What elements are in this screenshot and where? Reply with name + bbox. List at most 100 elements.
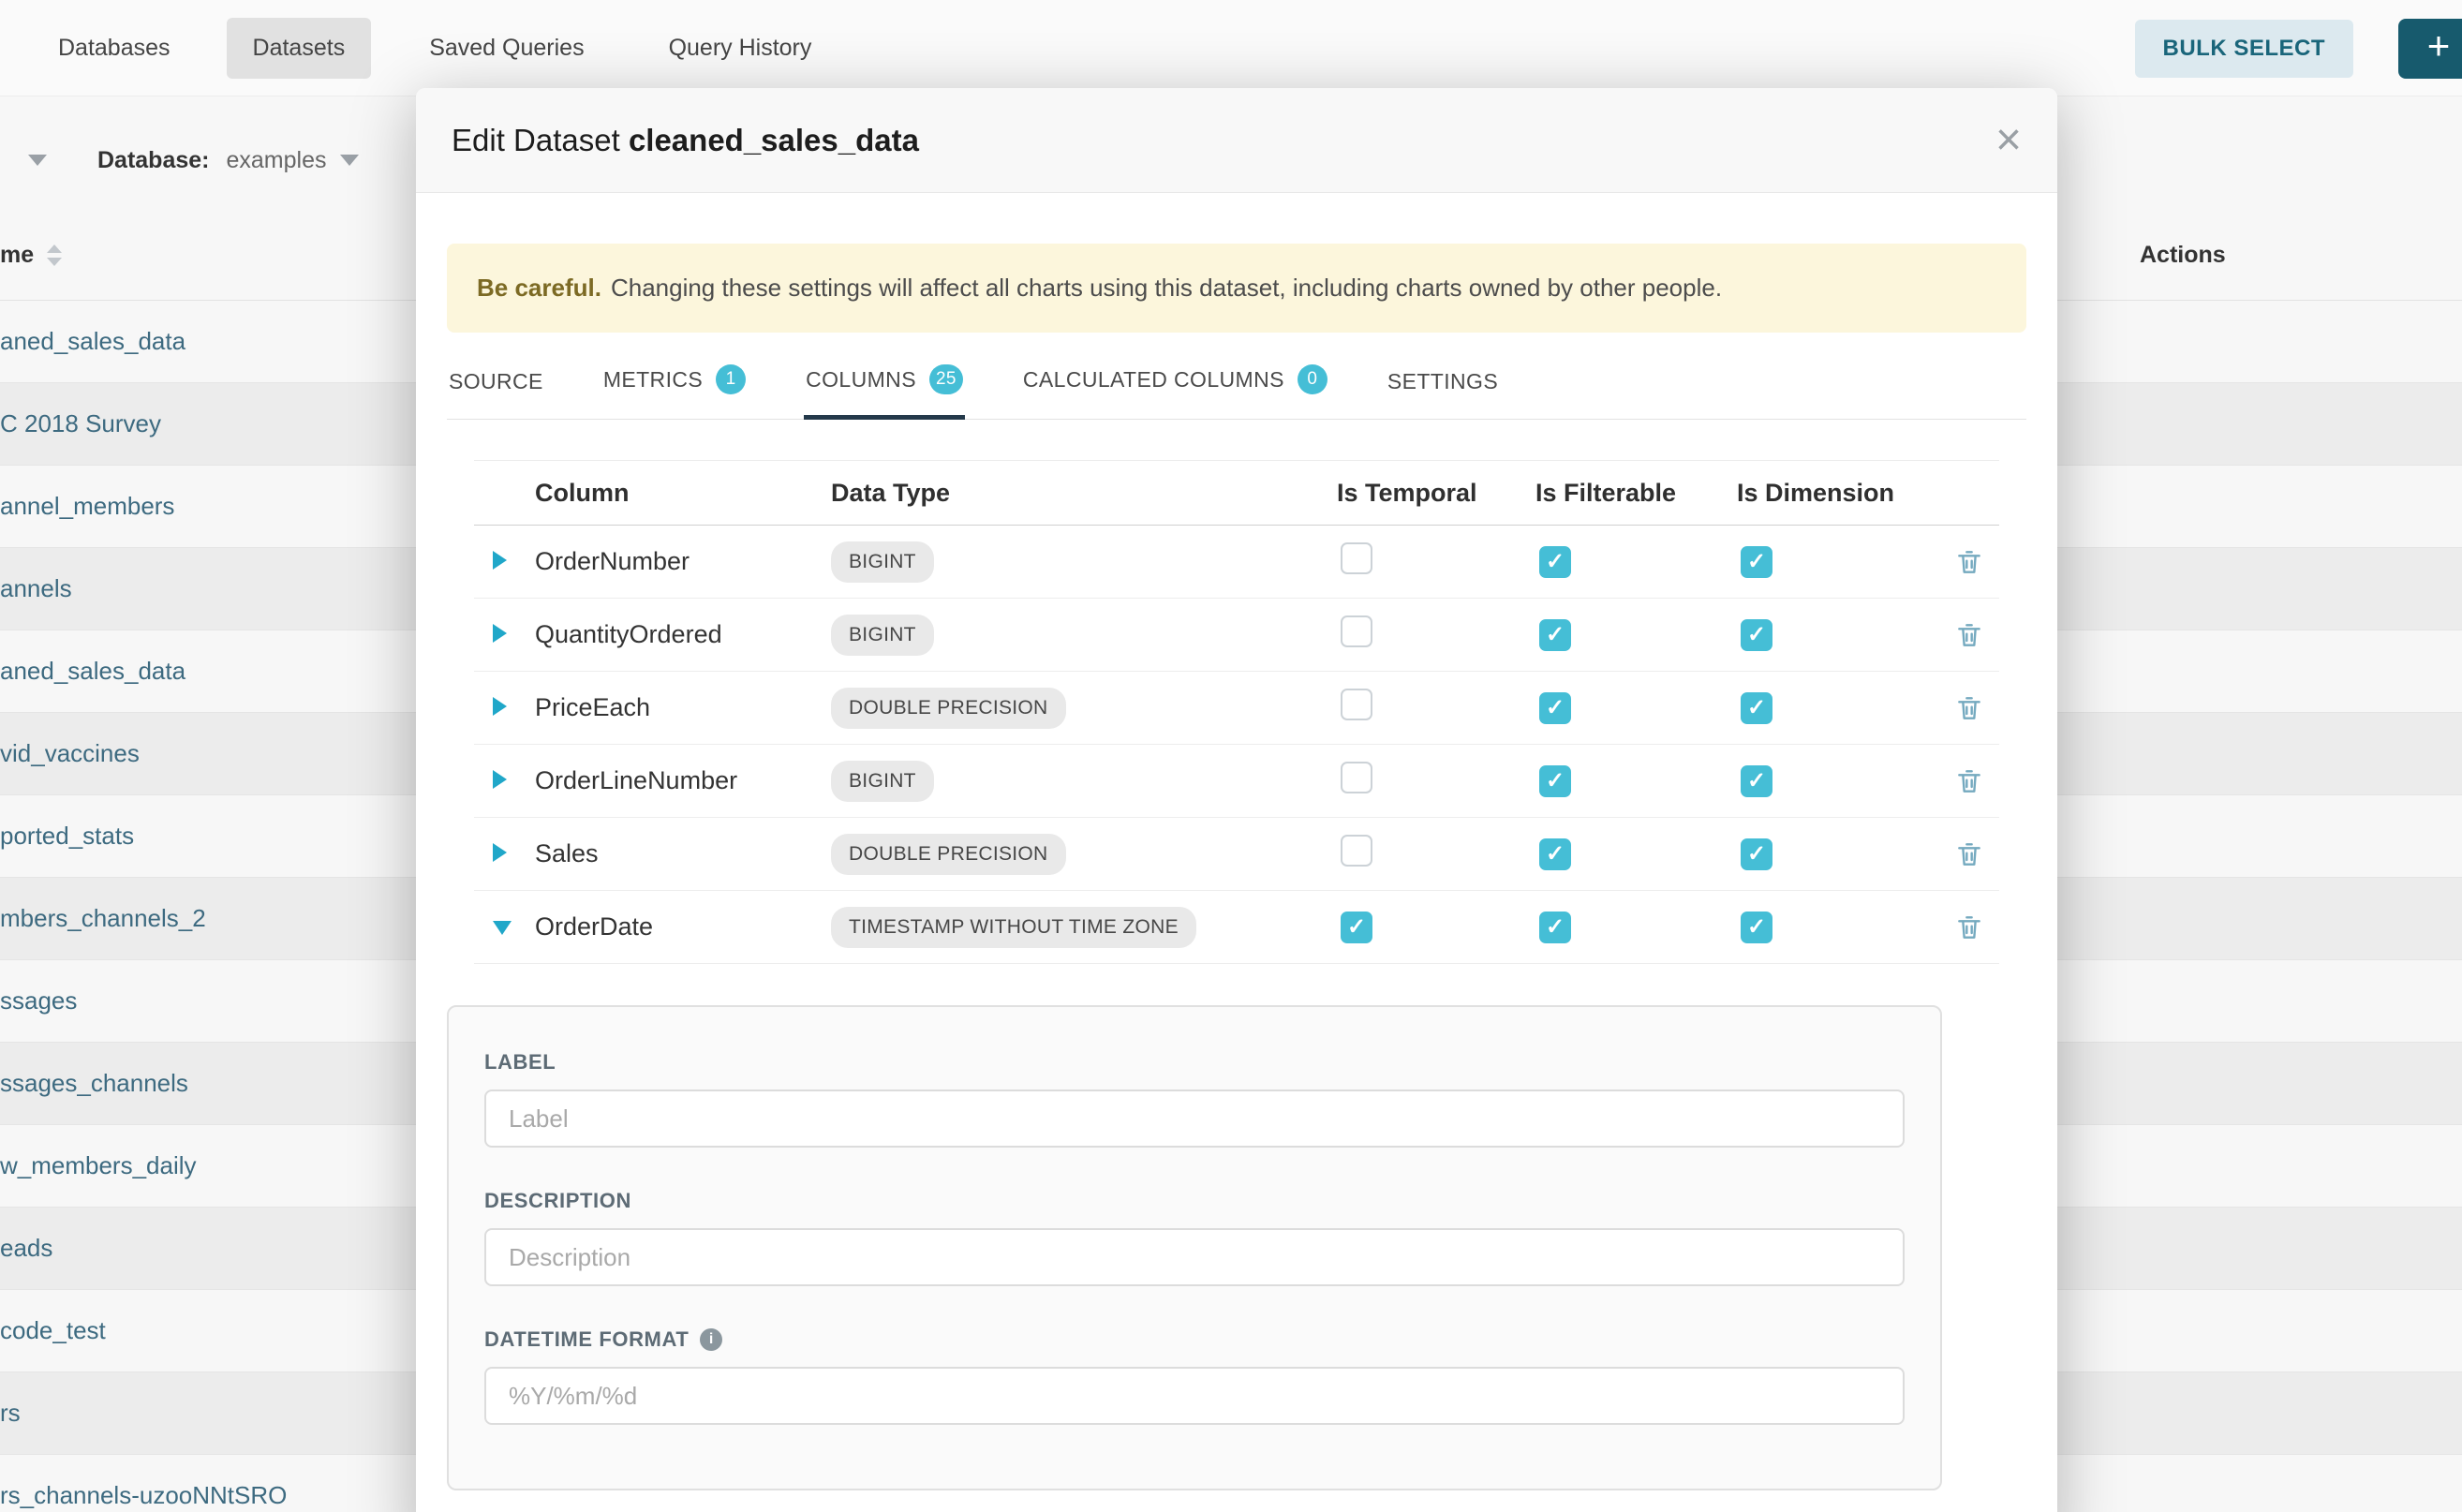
nav-tabs: Databases Datasets Saved Queries Query H… bbox=[0, 18, 838, 79]
datetime-format-field-group: DATETIME FORMAT bbox=[484, 1327, 1905, 1425]
is-filterable-checkbox[interactable] bbox=[1539, 765, 1571, 797]
column-name: Sales bbox=[535, 839, 831, 868]
tab-badge: 0 bbox=[1298, 364, 1327, 394]
trash-icon bbox=[1954, 547, 1984, 577]
is-filterable-checkbox[interactable] bbox=[1539, 619, 1571, 651]
datetime-format-input[interactable] bbox=[484, 1367, 1905, 1425]
dataset-link[interactable]: annel_members bbox=[0, 492, 174, 521]
trash-icon bbox=[1954, 839, 1984, 869]
is-filterable-cell bbox=[1535, 546, 1737, 578]
caret-icon bbox=[493, 770, 507, 789]
is-dimension-checkbox[interactable] bbox=[1741, 765, 1772, 797]
is-temporal-checkbox[interactable] bbox=[1341, 912, 1372, 943]
info-icon[interactable] bbox=[700, 1328, 722, 1351]
header-column: Column bbox=[535, 479, 831, 508]
chevron-down-icon[interactable] bbox=[340, 155, 359, 166]
dataset-link[interactable]: vid_vaccines bbox=[0, 739, 140, 768]
sort-icon[interactable] bbox=[47, 245, 62, 266]
is-dimension-cell bbox=[1737, 619, 1945, 651]
dataset-link[interactable]: ssages bbox=[0, 986, 77, 1015]
delete-column-button[interactable] bbox=[1954, 620, 1999, 650]
database-filter-value[interactable]: examples bbox=[227, 147, 327, 174]
label-input[interactable] bbox=[484, 1090, 1905, 1148]
is-filterable-cell bbox=[1535, 765, 1737, 797]
label-field-group: LABEL bbox=[484, 1050, 1905, 1148]
data-type-pill: BIGINT bbox=[831, 761, 934, 802]
is-filterable-checkbox[interactable] bbox=[1539, 912, 1571, 943]
data-type-cell: TIMESTAMP WITHOUT TIME ZONE bbox=[831, 907, 1337, 948]
delete-column-button[interactable] bbox=[1954, 912, 1999, 942]
top-nav: Databases Datasets Saved Queries Query H… bbox=[0, 0, 2462, 96]
is-dimension-checkbox[interactable] bbox=[1741, 912, 1772, 943]
chevron-down-icon[interactable] bbox=[28, 155, 47, 166]
is-temporal-checkbox[interactable] bbox=[1341, 762, 1372, 793]
dataset-link[interactable]: aned_sales_data bbox=[0, 327, 185, 356]
dataset-link[interactable]: ported_stats bbox=[0, 822, 134, 851]
tab-label: SETTINGS bbox=[1387, 369, 1498, 394]
delete-column-button[interactable] bbox=[1954, 547, 1999, 577]
is-temporal-checkbox[interactable] bbox=[1341, 689, 1372, 720]
expand-toggle[interactable] bbox=[474, 839, 535, 868]
dataset-link[interactable]: ssages_channels bbox=[0, 1069, 188, 1098]
is-temporal-checkbox[interactable] bbox=[1341, 542, 1372, 574]
expand-toggle[interactable] bbox=[474, 766, 535, 795]
column-name: PriceEach bbox=[535, 693, 831, 722]
dataset-link[interactable]: C 2018 Survey bbox=[0, 409, 161, 438]
is-dimension-checkbox[interactable] bbox=[1741, 692, 1772, 724]
add-dataset-button[interactable]: + bbox=[2398, 19, 2462, 79]
is-filterable-checkbox[interactable] bbox=[1539, 838, 1571, 870]
label-field-label: LABEL bbox=[484, 1050, 1905, 1075]
modal-tab[interactable]: SOURCE bbox=[447, 356, 545, 419]
dataset-link[interactable]: aned_sales_data bbox=[0, 657, 185, 686]
dataset-link[interactable]: code_test bbox=[0, 1316, 106, 1345]
modal-tab[interactable]: SETTINGS bbox=[1386, 356, 1500, 419]
data-type-pill: BIGINT bbox=[831, 541, 934, 583]
is-temporal-cell bbox=[1337, 542, 1535, 581]
modal-tab[interactable]: CALCULATED COLUMNS 0 bbox=[1021, 351, 1329, 419]
actions-column-header: Actions bbox=[2140, 236, 2226, 274]
datetime-format-label-text: DATETIME FORMAT bbox=[484, 1327, 689, 1352]
close-icon[interactable]: × bbox=[1995, 118, 2022, 163]
expand-toggle[interactable] bbox=[474, 620, 535, 649]
dataset-link[interactable]: w_members_daily bbox=[0, 1151, 197, 1180]
is-filterable-cell bbox=[1535, 912, 1737, 943]
dataset-link[interactable]: rs bbox=[0, 1399, 21, 1428]
tab-label: COLUMNS bbox=[806, 367, 916, 393]
is-temporal-checkbox[interactable] bbox=[1341, 835, 1372, 867]
dataset-link[interactable]: rs_channels-uzooNNtSRO bbox=[0, 1481, 287, 1510]
dataset-link[interactable]: annels bbox=[0, 574, 72, 603]
is-filterable-checkbox[interactable] bbox=[1539, 692, 1571, 724]
nav-item[interactable]: Databases bbox=[32, 18, 197, 79]
is-dimension-cell bbox=[1737, 838, 1945, 870]
description-input[interactable] bbox=[484, 1228, 1905, 1286]
expand-toggle[interactable] bbox=[474, 693, 535, 722]
is-dimension-checkbox[interactable] bbox=[1741, 619, 1772, 651]
name-column-header[interactable]: me bbox=[0, 236, 62, 274]
dataset-link[interactable]: eads bbox=[0, 1234, 52, 1263]
nav-item[interactable]: Datasets bbox=[227, 18, 372, 79]
modal-tab[interactable]: COLUMNS 25 bbox=[804, 351, 965, 419]
columns-table: Column Data Type Is Temporal Is Filterab… bbox=[474, 460, 1999, 964]
is-dimension-checkbox[interactable] bbox=[1741, 546, 1772, 578]
column-row: OrderLineNumber BIGINT bbox=[474, 745, 1999, 818]
tab-badge: 1 bbox=[716, 364, 746, 394]
data-type-cell: BIGINT bbox=[831, 541, 1337, 583]
trash-icon bbox=[1954, 912, 1984, 942]
is-filterable-checkbox[interactable] bbox=[1539, 546, 1571, 578]
dataset-link[interactable]: mbers_channels_2 bbox=[0, 904, 206, 933]
expand-toggle[interactable] bbox=[474, 912, 535, 941]
nav-item[interactable]: Saved Queries bbox=[403, 18, 610, 79]
delete-column-button[interactable] bbox=[1954, 839, 1999, 869]
is-dimension-cell bbox=[1737, 546, 1945, 578]
modal-tab[interactable]: METRICS 1 bbox=[601, 351, 748, 419]
nav-item[interactable]: Query History bbox=[643, 18, 838, 79]
sort-desc-icon bbox=[47, 258, 62, 266]
expand-toggle[interactable] bbox=[474, 547, 535, 576]
data-type-cell: BIGINT bbox=[831, 615, 1337, 656]
warning-bold-text: Be careful. bbox=[477, 274, 601, 303]
is-temporal-checkbox[interactable] bbox=[1341, 615, 1372, 647]
is-dimension-checkbox[interactable] bbox=[1741, 838, 1772, 870]
bulk-select-button[interactable]: BULK SELECT bbox=[2135, 20, 2354, 78]
delete-column-button[interactable] bbox=[1954, 693, 1999, 723]
delete-column-button[interactable] bbox=[1954, 766, 1999, 796]
